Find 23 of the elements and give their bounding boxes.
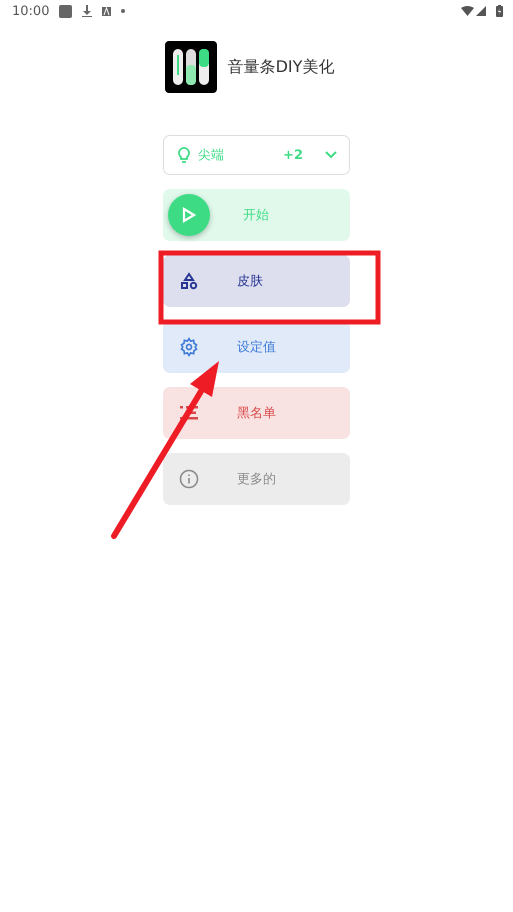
app-title: 音量条DIY美化 [228,56,334,78]
more-menu-button[interactable]: 更多的 [163,453,350,505]
wifi-icon [461,6,474,16]
status-time: 10:00 [12,4,50,18]
app-logo-icon [164,41,217,93]
download-icon [82,5,92,17]
chevron-down-icon [325,151,337,159]
blacklist-menu-button[interactable]: 黑名单 [163,387,350,439]
lightbulb-icon [178,147,190,163]
dot-icon [121,9,126,13]
info-icon [179,469,199,489]
skin-menu-button[interactable]: 皮肤 [163,255,350,307]
app-notification-icon [59,4,72,18]
shapes-icon [180,272,198,290]
battery-icon [496,5,503,17]
style-dropdown[interactable]: 尖端 +2 [163,135,350,175]
notification-icon [102,6,112,16]
style-label: 尖端 [198,147,225,164]
signal-icon [476,6,486,16]
list-icon [180,406,198,420]
extra-count: +2 [283,148,303,162]
settings-icon [179,337,199,357]
play-icon [168,194,210,236]
